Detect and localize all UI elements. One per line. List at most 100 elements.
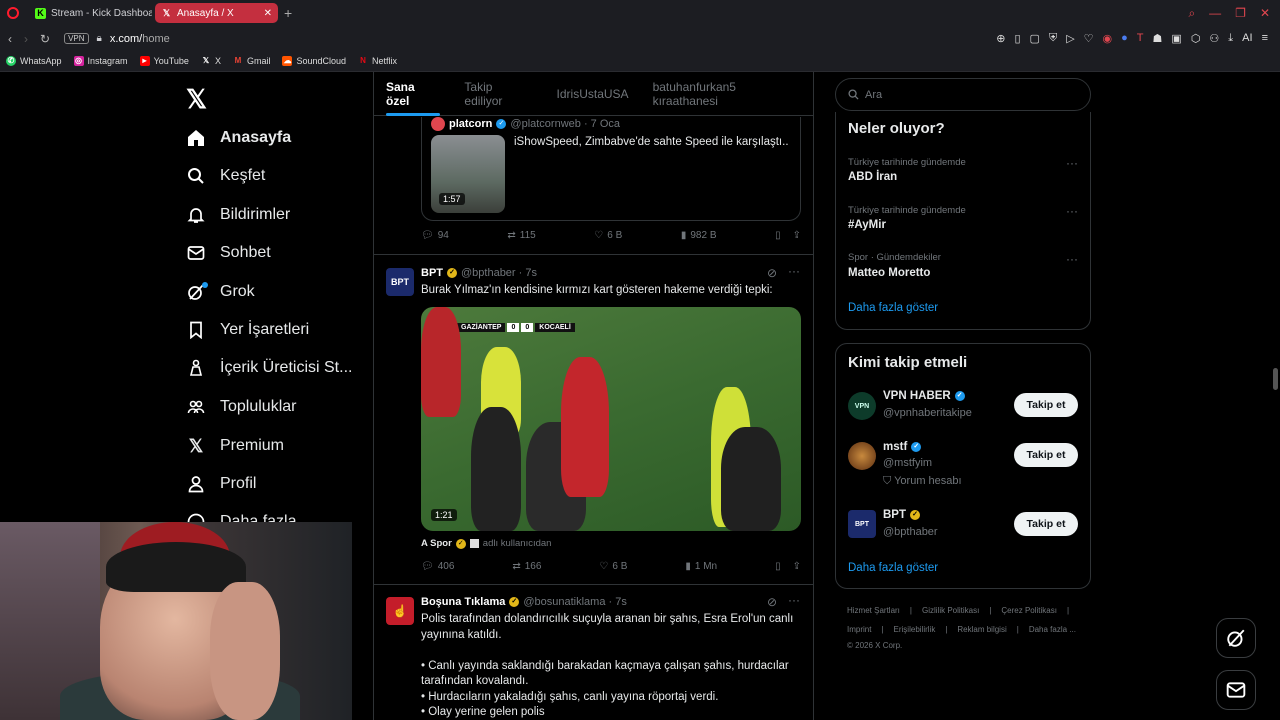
- repost-button[interactable]: ⇄ 166: [512, 561, 541, 572]
- tab-list-kiraathane[interactable]: batuhanfurkan5 kıraathanesi: [641, 72, 813, 116]
- lock-icon[interactable]: 🔒︎: [97, 33, 102, 44]
- extension-box-icon[interactable]: ▣: [1171, 32, 1181, 45]
- nav-premium[interactable]: 𝕏 Premium: [186, 436, 284, 456]
- extension-blue-icon[interactable]: ●: [1121, 32, 1128, 45]
- search-input[interactable]: Ara: [835, 78, 1091, 111]
- heart-icon[interactable]: ♡: [1084, 32, 1094, 45]
- extensions-icon[interactable]: ⬡: [1191, 32, 1201, 45]
- new-tab-button[interactable]: +: [284, 5, 292, 21]
- page-scrollbar[interactable]: [1273, 368, 1278, 390]
- follow-button[interactable]: Takip et: [1014, 443, 1078, 467]
- bookmark-icon[interactable]: ▯: [775, 230, 781, 241]
- bookmark-youtube[interactable]: ▸ YouTube: [139, 56, 189, 66]
- messages-fab-button[interactable]: [1216, 670, 1256, 710]
- nav-grok[interactable]: Grok: [186, 282, 255, 302]
- extension-red-icon[interactable]: ◉: [1103, 32, 1113, 45]
- more-options-icon[interactable]: ···: [1066, 252, 1078, 266]
- reload-icon[interactable]: ↻: [40, 32, 50, 46]
- opera-menu-icon[interactable]: [0, 0, 26, 26]
- footer-link[interactable]: Daha fazla ...: [1029, 625, 1076, 634]
- forward-icon[interactable]: ›: [24, 32, 28, 46]
- footer-link[interactable]: Gizlilik Politikası: [922, 606, 979, 615]
- nav-notifications[interactable]: Bildirimler: [186, 205, 290, 225]
- like-button[interactable]: ♡ 6 B: [594, 230, 622, 241]
- avatar[interactable]: BPT: [386, 268, 414, 296]
- more-options-icon[interactable]: ···: [788, 264, 800, 278]
- post-video[interactable]: GAZİANTEP 0 0 KOCAELİ 1:21: [421, 307, 801, 531]
- play-icon[interactable]: ▷: [1066, 32, 1074, 45]
- tab-kick[interactable]: K Stream - Kick Dashboa: [29, 3, 152, 23]
- suggestion-name[interactable]: mstf ✓: [883, 441, 922, 453]
- avatar[interactable]: VPN: [848, 392, 876, 420]
- bookmark-netflix[interactable]: N Netflix: [358, 56, 397, 66]
- suggestion-name[interactable]: VPN HABER ✓: [883, 390, 965, 402]
- quoted-video-thumbnail[interactable]: 1:57: [431, 135, 505, 213]
- minimize-button[interactable]: —: [1209, 6, 1221, 21]
- close-tab-icon[interactable]: ✕: [264, 8, 272, 19]
- download-icon[interactable]: ⤓: [1228, 32, 1233, 45]
- bookmark-instagram[interactable]: ◎ Instagram: [73, 56, 128, 66]
- extension-mask-icon[interactable]: ☗: [1153, 32, 1163, 45]
- reply-button[interactable]: 💬︎ 406: [421, 561, 454, 572]
- follow-button[interactable]: Takip et: [1014, 512, 1078, 536]
- url-field[interactable]: x.com/home: [110, 33, 170, 45]
- shield-icon[interactable]: ⛨: [1049, 32, 1057, 45]
- footer-link[interactable]: Reklam bilgisi: [957, 625, 1006, 634]
- repost-button[interactable]: ⇄ 115: [507, 230, 535, 241]
- tab-following[interactable]: Takip ediliyor: [452, 72, 544, 116]
- post-author[interactable]: BPT ✓ @bpthaber · 7s: [421, 267, 537, 279]
- bookmark-x[interactable]: 𝕏X: [201, 56, 221, 66]
- profile-icon[interactable]: ⚇: [1209, 32, 1219, 45]
- share-icon[interactable]: ⇪: [793, 561, 801, 572]
- tab-for-you[interactable]: Sana özel: [374, 72, 452, 116]
- share-icon[interactable]: ⇪: [793, 230, 801, 241]
- maximize-button[interactable]: ❐: [1235, 6, 1246, 21]
- tab-list-idrisusta[interactable]: IdrisUstaUSA: [545, 72, 641, 116]
- video-source[interactable]: A Spor ✓ adlı kullanıcıdan: [421, 538, 551, 549]
- nav-bookmarks[interactable]: Yer İşaretleri: [186, 320, 309, 340]
- bookmark-soundcloud[interactable]: ☁ SoundCloud: [282, 56, 346, 66]
- views-button[interactable]: ▮ 1 Mn: [685, 561, 717, 572]
- tab-x-home[interactable]: 𝕏 Anasayfa / X ✕: [155, 3, 278, 23]
- suggestion-name[interactable]: BPT ✓: [883, 509, 920, 521]
- bookmark-whatsapp[interactable]: ✆ WhatsApp: [6, 56, 62, 66]
- avatar[interactable]: [848, 442, 876, 470]
- like-button[interactable]: ♡ 6 B: [599, 561, 627, 572]
- footer-link[interactable]: Erişilebilirlik: [894, 625, 936, 634]
- show-more-trends-link[interactable]: Daha fazla göster: [848, 302, 938, 314]
- nav-creator-studio[interactable]: İçerik Üreticisi St...: [186, 358, 352, 378]
- footer-link[interactable]: Çerez Politikası: [1001, 606, 1057, 615]
- bookmark-page-icon[interactable]: ▯: [1014, 32, 1020, 45]
- more-options-icon[interactable]: ···: [788, 593, 800, 607]
- menu-icon[interactable]: ≡: [1262, 32, 1268, 45]
- reply-button[interactable]: 💬︎ 94: [421, 230, 449, 241]
- footer-link[interactable]: Imprint: [847, 625, 871, 634]
- post-author[interactable]: Boşuna Tıklama ✓ @bosunatiklama · 7s: [421, 596, 627, 608]
- nav-profile[interactable]: Profil: [186, 474, 256, 494]
- bookmark-icon[interactable]: ▯: [775, 561, 781, 572]
- avatar[interactable]: ☝: [386, 597, 414, 625]
- zoom-icon[interactable]: ⊕: [996, 32, 1005, 45]
- follow-button[interactable]: Takip et: [1014, 393, 1078, 417]
- ai-icon[interactable]: AI: [1242, 32, 1252, 45]
- avatar[interactable]: BPT: [848, 510, 876, 538]
- vpn-badge[interactable]: VPN: [64, 33, 89, 44]
- close-window-button[interactable]: ✕: [1260, 6, 1270, 21]
- nav-communities[interactable]: Topluluklar: [186, 397, 296, 417]
- grok-analyze-icon[interactable]: ⊘: [767, 595, 777, 609]
- bookmark-gmail[interactable]: M Gmail: [233, 56, 271, 66]
- show-more-suggestions-link[interactable]: Daha fazla göster: [848, 562, 938, 574]
- back-icon[interactable]: ‹: [8, 32, 12, 46]
- snapshot-icon[interactable]: ▢: [1030, 32, 1040, 45]
- extension-t-icon[interactable]: T: [1137, 32, 1144, 45]
- views-button[interactable]: ▮ 982 B: [681, 230, 717, 241]
- grok-analyze-icon[interactable]: ⊘: [767, 266, 777, 280]
- nav-explore[interactable]: Keşfet: [186, 166, 265, 186]
- search-tabs-icon[interactable]: ⌕: [1188, 6, 1195, 21]
- nav-home[interactable]: Anasayfa: [186, 128, 291, 148]
- x-logo-icon[interactable]: 𝕏: [186, 84, 207, 115]
- footer-link[interactable]: Hizmet Şartları: [847, 606, 900, 615]
- more-options-icon[interactable]: ···: [1066, 156, 1078, 170]
- grok-fab-button[interactable]: [1216, 618, 1256, 658]
- more-options-icon[interactable]: ···: [1066, 204, 1078, 218]
